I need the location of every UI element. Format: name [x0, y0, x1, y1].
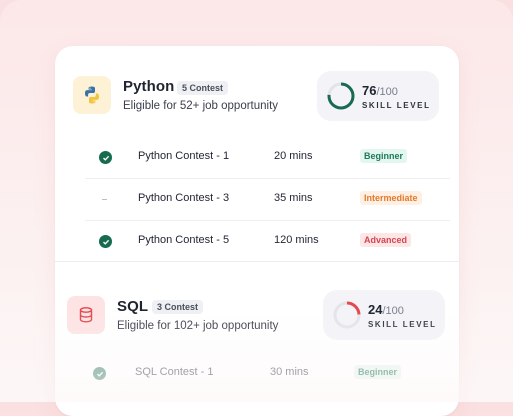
- python-logo-icon: [73, 76, 111, 114]
- python-score-max: /100: [376, 86, 398, 98]
- python-score-value: 76: [362, 83, 377, 98]
- contest-title: Python Contest - 5: [138, 234, 230, 246]
- python-title: Python: [123, 78, 175, 95]
- check-circle-icon: [93, 367, 106, 380]
- pending-dash-icon: [102, 199, 107, 200]
- python-skill-label: SKILL LEVEL: [362, 101, 431, 110]
- contest-title: SQL Contest - 1: [135, 366, 214, 378]
- level-badge: Intermediate: [360, 191, 422, 205]
- contest-title: Python Contest - 1: [138, 150, 230, 162]
- level-badge: Advanced: [360, 233, 412, 247]
- contest-title: Python Contest - 3: [138, 192, 230, 204]
- sql-section: SQL 3 Contest Eligible for 102+ job oppo…: [55, 282, 459, 416]
- sql-skill-ring: [333, 301, 361, 329]
- python-skill-level: 76/100 SKILL LEVEL: [317, 71, 439, 121]
- python-section: Python 5 Contest Eligible for 52+ job op…: [55, 46, 459, 261]
- python-contest-badge: 5 Contest: [177, 81, 229, 95]
- sql-score-value: 24: [368, 302, 383, 317]
- skills-card: Python 5 Contest Eligible for 52+ job op…: [55, 46, 459, 416]
- sql-skill-label: SKILL LEVEL: [368, 320, 437, 329]
- contest-row-python-1[interactable]: Python Contest - 1 20 mins Beginner: [85, 136, 450, 178]
- contest-duration: 20 mins: [274, 150, 313, 162]
- contest-row-python-5[interactable]: Python Contest - 5 120 mins Advanced: [85, 220, 450, 262]
- level-badge: Beginner: [360, 149, 408, 163]
- contest-row-sql-1[interactable]: SQL Contest - 1 30 mins Beginner: [79, 352, 444, 394]
- contest-duration: 30 mins: [270, 366, 309, 378]
- database-icon: [67, 296, 105, 334]
- contest-row-python-3[interactable]: Python Contest - 3 35 mins Intermediate: [85, 178, 450, 220]
- contest-duration: 120 mins: [274, 234, 319, 246]
- sql-eligible-text: Eligible for 102+ job opportunity: [117, 320, 279, 332]
- sql-score-max: /100: [382, 305, 404, 317]
- section-divider: [55, 261, 459, 262]
- level-badge: Beginner: [354, 365, 402, 379]
- contest-duration: 35 mins: [274, 192, 313, 204]
- python-skill-score: 76/100: [362, 83, 398, 98]
- check-circle-icon: [99, 151, 112, 164]
- sql-contest-badge: 3 Contest: [152, 300, 204, 314]
- python-eligible-text: Eligible for 52+ job opportunity: [123, 100, 279, 112]
- python-skill-ring: [327, 82, 355, 110]
- sql-skill-level: 24/100 SKILL LEVEL: [323, 290, 445, 340]
- sql-title: SQL: [117, 298, 149, 315]
- check-circle-icon: [99, 235, 112, 248]
- sql-skill-score: 24/100: [368, 302, 404, 317]
